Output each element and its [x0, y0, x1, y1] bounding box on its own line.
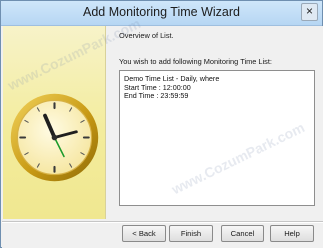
- button-separator: [2, 221, 323, 223]
- finish-button[interactable]: Finish: [169, 225, 213, 242]
- wizard-window: Add Monitoring Time Wizard × Overview of…: [0, 0, 323, 248]
- monitoring-time-list-box[interactable]: Demo Time List - Daily, where Start Time…: [119, 70, 315, 206]
- cancel-button[interactable]: Cancel: [221, 225, 264, 242]
- intro-text: You wish to add following Monitoring Tim…: [119, 57, 272, 66]
- help-button[interactable]: Help: [270, 225, 314, 242]
- clock-icon: [10, 93, 99, 182]
- close-icon: ×: [305, 4, 313, 18]
- close-button[interactable]: ×: [301, 3, 318, 21]
- wizard-body: Overview of List. You wish to add follow…: [2, 26, 323, 248]
- list-item: End Time : 23:59:59: [124, 91, 189, 101]
- window-title: Add Monitoring Time Wizard: [82, 5, 240, 19]
- overview-heading: Overview of List.: [119, 31, 174, 40]
- wizard-side-panel: [3, 26, 106, 219]
- back-button[interactable]: < Back: [122, 225, 166, 242]
- title-bar: Add Monitoring Time Wizard ×: [1, 1, 322, 26]
